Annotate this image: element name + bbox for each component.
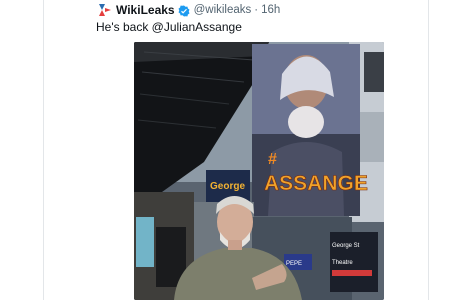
column-divider-left: [43, 0, 44, 300]
sign-right-1: George St: [332, 243, 360, 249]
photo-illustration: # ASSANGE George George St Theatre PEPE: [134, 42, 384, 300]
author-name[interactable]: WikiLeaks: [116, 3, 175, 17]
timestamp[interactable]: 16h: [261, 4, 280, 16]
wikileaks-logo-icon[interactable]: [96, 3, 112, 17]
author-handle[interactable]: @wikileaks: [194, 4, 252, 16]
tweet-card[interactable]: WikiLeaks @wikileaks · 16h He's back @Ju…: [86, 0, 416, 300]
tweet-text: He's back @JulianAssange: [96, 20, 242, 34]
verified-badge-icon: [178, 4, 190, 17]
mural-text: ASSANGE: [264, 172, 368, 195]
tweet-header: WikiLeaks @wikileaks · 16h: [96, 2, 280, 18]
sign-small: PEPE: [286, 261, 302, 267]
sign-right-2: Theatre: [332, 260, 353, 266]
mural-hashtag: #: [268, 151, 277, 168]
tweet-photo[interactable]: # ASSANGE George George St Theatre PEPE: [134, 42, 384, 300]
sign-left-text: George: [210, 181, 245, 192]
separator-dot: ·: [254, 4, 259, 16]
column-divider-right: [428, 0, 429, 300]
